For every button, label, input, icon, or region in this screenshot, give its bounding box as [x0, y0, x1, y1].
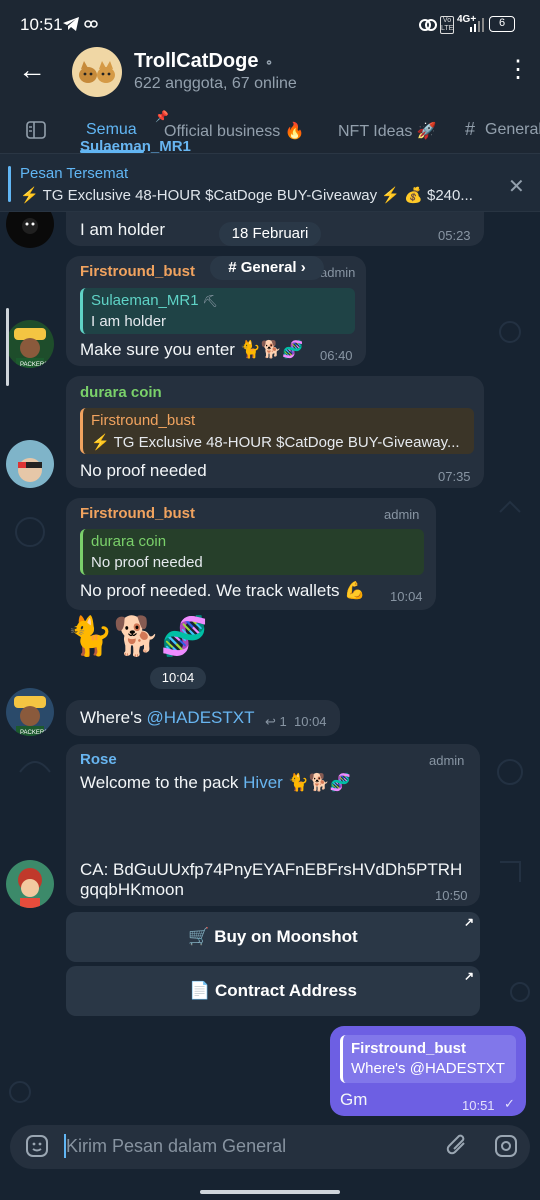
message-text: No proof needed [80, 461, 207, 480]
link-icon [84, 20, 98, 28]
message-sender: durara coin [80, 384, 162, 401]
gesture-bar [200, 1190, 340, 1194]
quote-text: Where's @HADESTXT [351, 1060, 505, 1077]
contract-address-line1: CA: BdGuUUxfp74PnyEYAFnEBFrsHVdDh5PTRH [80, 860, 463, 879]
group-title-text: TrollCatDoge [134, 50, 259, 72]
message-time: 10:04 [294, 714, 327, 729]
group-subtitle: 622 anggota, 67 online [134, 75, 297, 92]
hash-icon: # [465, 119, 476, 139]
pinned-text: ⚡ TG Exclusive 48-HOUR $CatDoge BUY-Give… [20, 187, 473, 204]
message-time: 10:50 [435, 888, 468, 903]
sticker-icon[interactable] [25, 1134, 49, 1158]
volte-icon: Vo LTE [440, 16, 454, 34]
message-sender: Rose [80, 751, 117, 768]
mute-icon: ⚬ [264, 56, 275, 70]
telegram-icon [63, 17, 79, 31]
group-title[interactable]: TrollCatDoge ⚬ [134, 50, 274, 73]
tab-general[interactable]: General [485, 121, 540, 139]
topic-chip-label: General [240, 259, 297, 276]
message-input[interactable]: Kirim Pesan dalam General [66, 1136, 286, 1157]
message-time: 05:23 [438, 228, 471, 243]
scroll-indicator[interactable] [6, 308, 9, 386]
admin-badge: admin [429, 753, 465, 768]
message-text: Gm [340, 1090, 368, 1109]
signal-icon [470, 18, 484, 32]
chevron-right-icon: › [300, 259, 306, 276]
quote-sender: Firstround_bust [91, 412, 196, 429]
avatar[interactable] [6, 860, 54, 908]
external-link-icon: ↗ [463, 969, 474, 983]
group-avatar[interactable] [72, 47, 122, 97]
mention-link[interactable]: @HADESTXT [147, 708, 255, 727]
tab-nft-ideas[interactable]: NFT Ideas 🚀 [338, 121, 437, 141]
status-time: 10:51 [20, 15, 63, 34]
avatar[interactable]: PACKERS [6, 688, 54, 736]
pinned-title: Pesan Tersemat [20, 165, 129, 182]
avatar[interactable] [6, 440, 54, 488]
pinned-indicator [8, 166, 11, 202]
close-icon[interactable]: ✕ [508, 174, 525, 199]
avatar[interactable]: PACKERS [6, 320, 54, 368]
external-link-icon: ↗ [463, 915, 474, 929]
more-menu-icon[interactable]: ⋮ [506, 58, 530, 82]
message-text: No proof needed. We track wallets 💪 [80, 581, 366, 600]
buy-on-moonshot-button[interactable]: 🛒 Buy on Moonshot ↗ [66, 912, 480, 962]
message-list[interactable]: I am holder 05:23 18 Februari Firstround… [0, 212, 540, 1122]
hidden-sender-label: Sulaeman_MR1 [80, 138, 191, 155]
contract-address-line2: gqqbHKmoon [80, 880, 184, 899]
quote-sender: Firstround_bust [351, 1040, 466, 1057]
date-chip: 18 Februari [219, 222, 321, 246]
message-time: 10:04 [390, 589, 423, 604]
message-text: Make sure you enter 🐈🐕🧬 [80, 340, 304, 359]
message-time: 07:35 [438, 469, 471, 484]
back-arrow-icon[interactable]: ← [18, 56, 46, 84]
attach-icon[interactable] [446, 1133, 470, 1159]
battery-icon: 6 [489, 16, 515, 32]
reply-arrow-icon: ↩ [265, 714, 276, 729]
message-time: 10:51 [462, 1098, 495, 1113]
battery-level: 6 [498, 17, 506, 29]
admin-badge: admin [384, 507, 420, 522]
button-label: Contract Address [214, 981, 357, 1000]
reply-count[interactable]: ↩ 1 [265, 714, 287, 730]
contract-address-button[interactable]: 📄 Contract Address ↗ [66, 966, 480, 1016]
quote-sender: durara coin [91, 533, 167, 550]
admin-badge: admin [320, 265, 356, 280]
sidebar-toggle-icon[interactable] [26, 121, 46, 139]
hash-icon: # [228, 259, 241, 276]
quote-text: ⚡ TG Exclusive 48-HOUR $CatDoge BUY-Give… [91, 434, 460, 451]
quote-text: I am holder [91, 313, 167, 330]
message-text: I am holder [80, 220, 166, 239]
message-time: 10:04 [150, 667, 206, 689]
message-sender: Firstround_bust [80, 263, 195, 280]
check-icon: ✓ [504, 1096, 515, 1111]
message-sender: Firstround_bust [80, 505, 195, 522]
cart-icon: 🛒 [188, 927, 210, 946]
message-text: Where's @HADESTXT [80, 708, 255, 727]
camera-icon[interactable] [494, 1134, 518, 1158]
message-text: Welcome to the pack Hiver 🐈🐕🧬 [80, 773, 352, 792]
quote-sender: Sulaeman_MR1 ⛏ [91, 292, 218, 309]
topic-chip[interactable]: # General › [210, 256, 324, 280]
tab-semua[interactable]: Semua [86, 121, 137, 139]
mention-link[interactable]: Hiver [243, 773, 283, 792]
emoji-message[interactable]: 🐈🐕🧬 [66, 615, 208, 659]
document-icon: 📄 [189, 981, 211, 1000]
vowifi-icon [419, 19, 437, 31]
quote-text: No proof needed [91, 554, 203, 571]
status-bar [0, 0, 540, 50]
button-label: Buy on Moonshot [214, 927, 358, 946]
message-time: 06:40 [320, 348, 353, 363]
